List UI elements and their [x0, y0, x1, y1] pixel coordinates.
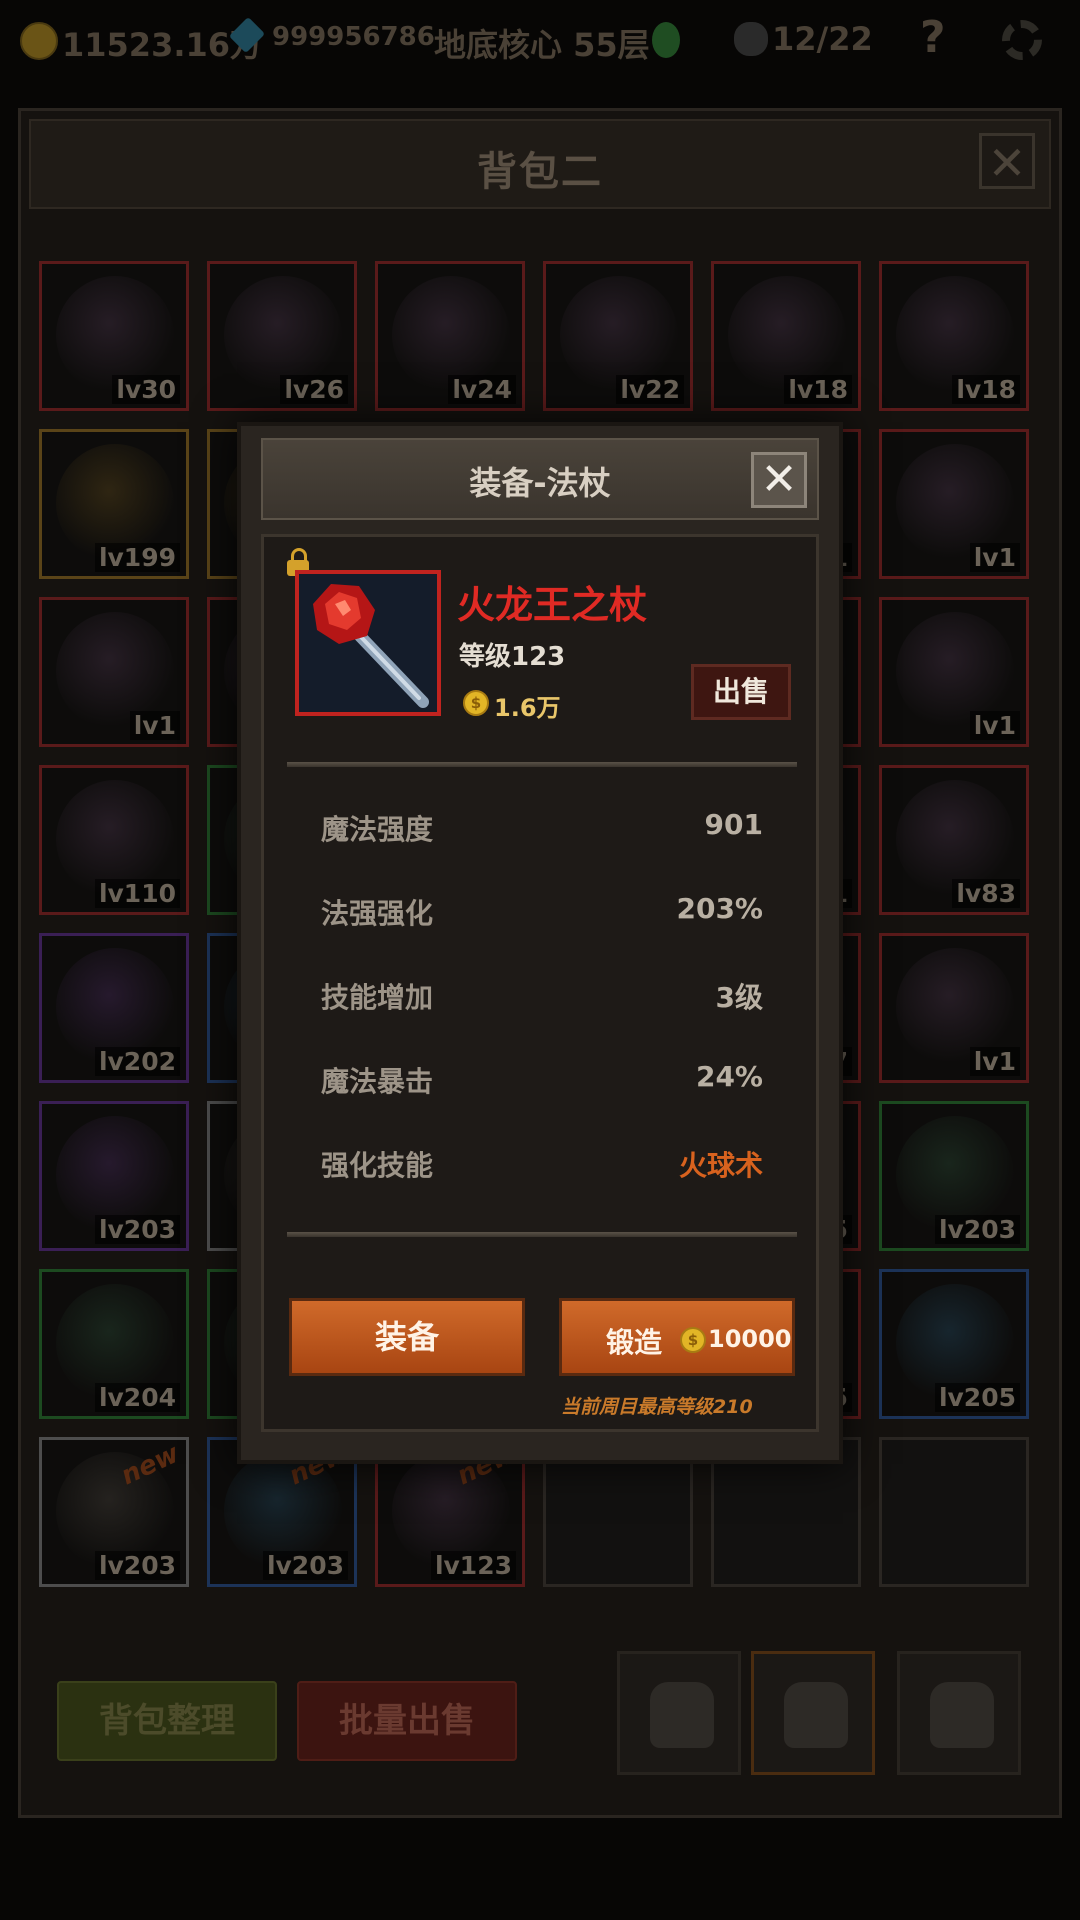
inventory-close-button[interactable]: ✕: [979, 133, 1035, 190]
inventory-slot[interactable]: lv24: [375, 261, 525, 411]
stat-label: 法强强化: [321, 897, 434, 930]
divider: [287, 1232, 797, 1237]
bag-tab-1[interactable]: [617, 1651, 741, 1775]
inventory-slot[interactable]: lv203: [39, 1101, 189, 1251]
slot-level-label: lv123: [430, 1551, 516, 1580]
item-icon-frame: [295, 570, 441, 716]
stat-label: 强化技能: [321, 1149, 434, 1182]
inventory-slot[interactable]: lv199: [39, 429, 189, 579]
enhanced-skill-value: 火球术: [678, 1149, 763, 1182]
gold-amount: 11523.16万: [62, 26, 263, 64]
bag-tab-2[interactable]: [751, 1651, 875, 1775]
inventory-slot[interactable]: lv26: [207, 261, 357, 411]
forge-cost: 10000: [708, 1325, 792, 1353]
inventory-slot[interactable]: lv203: [879, 1101, 1029, 1251]
forge-button[interactable]: 锻造 $ 10000: [559, 1298, 795, 1376]
slot-level-label: lv18: [952, 375, 1020, 404]
slot-level-label: lv204: [94, 1383, 180, 1412]
backpack-icon: [930, 1682, 994, 1748]
inventory-title: 背包二: [477, 149, 603, 195]
slot-level-label: lv83: [952, 879, 1020, 908]
inventory-slot[interactable]: lv202: [39, 933, 189, 1083]
bag-tab-3[interactable]: [897, 1651, 1021, 1775]
slot-level-label: lv22: [616, 375, 684, 404]
slot-level-label: lv30: [112, 375, 180, 404]
status-bar: 11523.16万 999956786 地底核心 55层 12/22 ?: [0, 0, 1080, 80]
stat-value: 203%: [676, 892, 763, 925]
skull-icon: [734, 22, 768, 56]
inventory-slot[interactable]: lv22: [543, 261, 693, 411]
divider: [287, 762, 797, 767]
max-level-note: 当前周目最高等级210: [561, 1396, 753, 1418]
item-level: 等级123: [459, 642, 566, 672]
inventory-slot[interactable]: lv1: [879, 933, 1029, 1083]
equip-button[interactable]: 装备: [289, 1298, 525, 1376]
gold-coin-icon: $: [463, 690, 489, 716]
gem-amount: 999956786: [272, 22, 435, 52]
inventory-slot[interactable]: lv1: [879, 429, 1029, 579]
stat-label: 魔法暴击: [321, 1065, 434, 1098]
gold-coin-icon: [20, 22, 58, 60]
stat-label: 魔法强度: [321, 813, 434, 846]
stat-value: 901: [704, 808, 763, 841]
sell-item-button[interactable]: 出售: [691, 664, 791, 720]
inventory-slot[interactable]: lv83: [879, 765, 1029, 915]
backpack-icon: [784, 1682, 848, 1748]
slot-level-label: lv1: [969, 711, 1020, 740]
slot-level-label: lv202: [94, 1047, 180, 1076]
item-name: 火龙王之杖: [457, 583, 648, 627]
slot-level-label: lv26: [280, 375, 348, 404]
slot-level-label: lv1: [129, 711, 180, 740]
inventory-header: 背包二 ✕: [29, 119, 1051, 209]
inventory-slot[interactable]: lv204: [39, 1269, 189, 1419]
portal-icon[interactable]: [652, 22, 680, 58]
slot-level-label: lv203: [934, 1215, 1020, 1244]
inventory-slot[interactable]: lv1: [879, 597, 1029, 747]
inventory-slot[interactable]: lv1: [39, 597, 189, 747]
slot-level-label: lv1: [969, 1047, 1020, 1076]
slot-level-label: lv110: [94, 879, 180, 908]
slot-level-label: lv18: [784, 375, 852, 404]
slot-level-label: lv24: [448, 375, 516, 404]
dialog-title: 装备-法杖: [469, 464, 611, 502]
slot-level-label: lv1: [969, 543, 1020, 572]
stat-value: 24%: [695, 1060, 763, 1093]
slot-level-label: lv203: [94, 1551, 180, 1580]
sort-bag-button[interactable]: 背包整理: [57, 1681, 277, 1761]
inventory-slot[interactable]: lv30: [39, 261, 189, 411]
bulk-sell-button[interactable]: 批量出售: [297, 1681, 517, 1761]
inventory-slot[interactable]: lv110: [39, 765, 189, 915]
help-button[interactable]: ?: [920, 12, 946, 63]
slot-level-label: lv203: [94, 1215, 180, 1244]
backpack-icon: [650, 1682, 714, 1748]
inventory-slot[interactable]: lv203 new: [39, 1437, 189, 1587]
gold-coin-icon: $: [680, 1327, 706, 1353]
inventory-slot[interactable]: lv18: [711, 261, 861, 411]
settings-gear-icon[interactable]: [1002, 20, 1042, 60]
inventory-slot[interactable]: lv205: [879, 1269, 1029, 1419]
stat-value: 3级: [715, 981, 763, 1014]
dialog-close-button[interactable]: ✕: [751, 452, 807, 508]
slot-level-label: lv199: [94, 543, 180, 572]
item-sell-price: 1.6万: [494, 694, 561, 722]
inventory-slot[interactable]: [879, 1437, 1029, 1587]
slot-level-label: lv203: [262, 1551, 348, 1580]
slot-level-label: lv205: [934, 1383, 1020, 1412]
stat-label: 技能增加: [321, 981, 434, 1014]
forge-label: 锻造: [606, 1326, 663, 1359]
item-detail-dialog: 装备-法杖 ✕ 火龙王之杖 等级123 $ 1.6万 出售 魔法强度 901 法…: [237, 422, 843, 1464]
fire-staff-icon: [299, 574, 437, 712]
kill-counter: 12/22: [772, 20, 873, 58]
inventory-slot[interactable]: lv18: [879, 261, 1029, 411]
location-label[interactable]: 地底核心 55层: [434, 20, 650, 66]
dialog-header: 装备-法杖 ✕: [261, 438, 819, 520]
